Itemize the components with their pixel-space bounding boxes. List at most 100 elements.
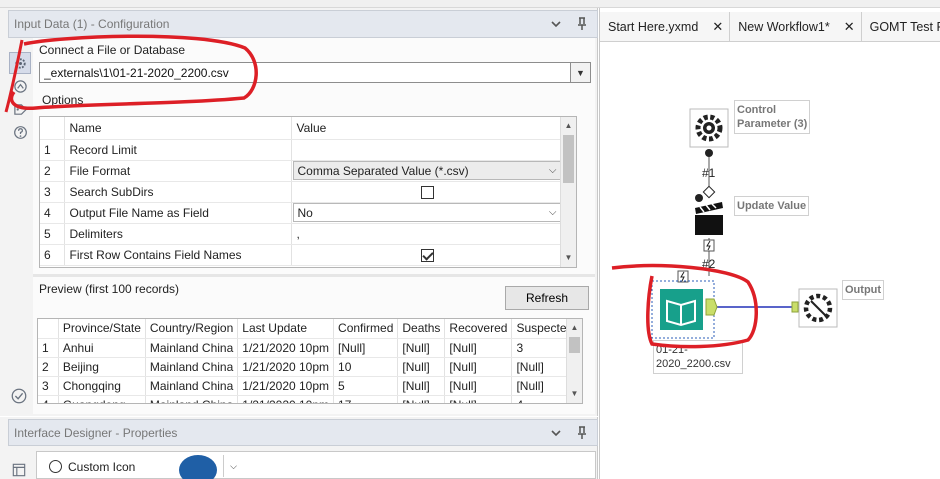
options-scrollbar[interactable]: ▲ ▼ [560, 117, 576, 267]
preview-scrollbar[interactable]: ▲ ▼ [566, 319, 582, 403]
collapse-chevron-icon[interactable] [545, 422, 567, 444]
table-cell: 1/21/2020 10pm [237, 395, 335, 403]
preview-grid: Province/State Country/Region Last Updat… [37, 318, 583, 404]
workflow-diagram [651, 108, 838, 339]
option-name: First Row Contains Field Names [64, 244, 292, 266]
interface-designer-title: Interface Designer - Properties [14, 425, 178, 440]
scroll-down-icon[interactable]: ▼ [567, 387, 582, 401]
search-subdirs-checkbox[interactable] [420, 185, 434, 199]
table-cell: [Null] [444, 338, 513, 358]
option-row: 2 File Format Comma Separated Value (*.c… [40, 160, 564, 182]
update-value-label: Update Value [734, 196, 810, 216]
table-cell: 10 [333, 357, 399, 377]
table-cell: 2 [38, 357, 59, 377]
option-name: Output File Name as Field [64, 202, 292, 224]
connection-label-2: #2 [702, 257, 716, 271]
interface-designer-body: Custom Icon ⌵ [36, 451, 596, 479]
table-cell: [Null] [444, 376, 513, 396]
scroll-up-icon[interactable]: ▲ [567, 321, 582, 335]
option-row: 5 Delimiters , [40, 223, 564, 245]
output-file-name-value: No [297, 205, 313, 220]
top-toolbar-strip [0, 0, 940, 8]
configuration-content: Connect a File or Database ▼ Options Nam… [33, 38, 595, 414]
options-grid: Name Value 1 Record Limit 2 File Format … [39, 116, 577, 268]
workflow-canvas[interactable]: Start Here.yxmd ✕ New Workflow1* ✕ GOMT … [599, 8, 940, 479]
table-cell: 3 [38, 376, 59, 396]
option-name: File Format [64, 160, 292, 182]
scroll-up-icon[interactable]: ▲ [561, 119, 576, 133]
collapse-chevron-icon[interactable] [545, 13, 567, 35]
table-cell: [Null] [444, 395, 513, 403]
delimiters-input[interactable]: , [291, 223, 564, 245]
table-cell: [Null] [397, 357, 446, 377]
first-row-field-names-checkbox[interactable] [420, 248, 434, 262]
scroll-thumb[interactable] [569, 337, 580, 353]
custom-icon-radio[interactable] [49, 460, 62, 473]
interface-designer-pane: Interface Designer - Properties Custom I… [0, 417, 598, 479]
table-row: 4 Guangdong Mainland China 1/21/2020 10p… [38, 395, 582, 403]
option-number: 1 [40, 139, 65, 161]
scroll-down-icon[interactable]: ▼ [561, 251, 576, 265]
table-cell: 1 [38, 338, 59, 358]
option-number: 6 [40, 244, 65, 266]
refresh-button[interactable]: Refresh [505, 286, 589, 310]
table-cell: 5 [333, 376, 399, 396]
output-file-name-select[interactable]: No ⌵ [292, 203, 562, 222]
pin-icon[interactable] [571, 13, 593, 35]
input-data-tool[interactable] [651, 280, 718, 339]
option-row: 1 Record Limit [40, 139, 564, 161]
file-dropdown-button[interactable]: ▼ [570, 62, 591, 83]
custom-icon-label: Custom Icon [68, 460, 136, 474]
layout-icon[interactable] [12, 463, 28, 479]
input-data-label: 01-21- 2020_2200.csv [653, 340, 743, 374]
connection-label-1: #1 [702, 166, 716, 180]
table-cell: [Null] [397, 338, 446, 358]
option-row: 4 Output File Name as Field No ⌵ [40, 202, 564, 224]
file-format-value: Comma Separated Value (*.csv) [297, 163, 469, 178]
update-value-tool[interactable] [695, 185, 723, 235]
option-number: 5 [40, 223, 65, 245]
table-cell: [Null] [444, 357, 513, 377]
pane-splitter[interactable] [33, 274, 595, 277]
option-name: Record Limit [64, 139, 292, 161]
table-row: 2 Beijing Mainland China 1/21/2020 10pm … [38, 357, 582, 377]
table-cell: Mainland China [145, 338, 239, 358]
table-cell: Mainland China [145, 357, 239, 377]
control-parameter-tool[interactable] [689, 108, 729, 157]
control-parameter-label: Control Parameter (3) [734, 100, 811, 134]
option-row: 6 First Row Contains Field Names [40, 244, 564, 266]
chevron-down-icon[interactable]: ⌵ [223, 455, 243, 477]
gear-icon[interactable] [9, 52, 31, 74]
status-check-icon[interactable] [10, 387, 30, 407]
record-limit-input[interactable] [291, 139, 564, 161]
preview-label: Preview (first 100 records) [39, 282, 180, 296]
preview-header-row: Province/State Country/Region Last Updat… [38, 319, 582, 339]
help-icon[interactable] [9, 121, 31, 143]
output-tool[interactable] [791, 288, 838, 328]
pin-icon[interactable] [571, 422, 593, 444]
preview-header: Country/Region [145, 319, 239, 339]
file-path-input[interactable] [39, 62, 571, 83]
table-cell: [Null] [397, 395, 446, 403]
scroll-thumb[interactable] [563, 135, 574, 183]
table-cell: Guangdong [58, 395, 146, 403]
file-format-select[interactable]: Comma Separated Value (*.csv) ⌵ [292, 161, 562, 180]
option-name: Delimiters [64, 223, 292, 245]
preview-header: Province/State [58, 319, 146, 339]
options-header-name: Name [64, 117, 292, 140]
configuration-title: Input Data (1) - Configuration [14, 17, 170, 31]
preview-header: Recovered [444, 319, 513, 339]
table-cell: 1/21/2020 10pm [237, 338, 335, 358]
table-cell: 17 [333, 395, 399, 403]
option-number: 3 [40, 181, 65, 203]
connection-progress-icon[interactable] [9, 75, 31, 97]
option-row: 3 Search SubDirs [40, 181, 564, 203]
annotation-tag-icon[interactable] [9, 98, 31, 120]
table-cell: 4 [38, 395, 59, 403]
table-cell: 1/21/2020 10pm [237, 357, 335, 377]
connect-label: Connect a File or Database [39, 43, 186, 57]
option-number: 2 [40, 160, 65, 182]
icon-color-swatch[interactable] [179, 455, 217, 479]
table-cell: [Null] [397, 376, 446, 396]
options-label: Options [42, 93, 84, 107]
